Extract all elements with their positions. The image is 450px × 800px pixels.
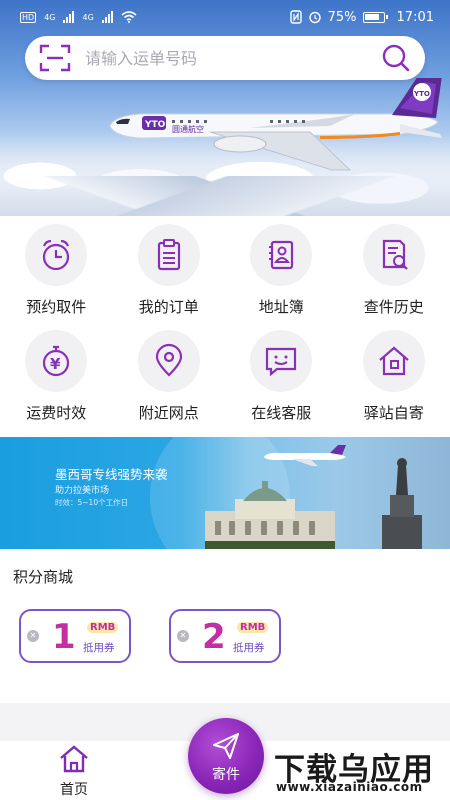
coupon-currency: RMB [87,622,119,633]
signal-icon [63,11,75,23]
coupon-currency: RMB [237,622,269,633]
coupon-2[interactable]: ✕ 2 RMB 抵用券 [169,609,281,663]
coupon-close-icon: ✕ [177,630,189,642]
grid-item-label: 附近网点 [138,404,199,422]
coupon-amount: 1 [52,617,76,657]
battery-icon [362,11,388,23]
plane-logo-text: YTO [144,120,166,130]
grid-item-orders[interactable]: 我的订单 [113,216,226,322]
contact-book-icon [250,224,313,286]
banner-note: 时效：5~10个工作日 [55,498,129,507]
yuan-stopwatch-icon: ¥ [25,330,88,392]
status-bar: HD 4G 4G 75% 17:01 [0,0,450,34]
grid-item-label: 预约取件 [26,298,87,316]
network-type-2: 4G [82,12,94,22]
grid-item-freight-time[interactable]: ¥ 运费时效 [0,322,113,428]
banner-plane-image [264,445,346,466]
send-button[interactable]: 寄件 [188,718,264,794]
hd-badge: HD [20,11,37,23]
clipboard-list-icon [137,224,200,286]
network-type: 4G [44,12,56,22]
grid-item-nearby-outlets[interactable]: 附近网点 [113,322,226,428]
church-image [205,481,335,549]
send-button-label: 寄件 [212,767,240,783]
coupon-close-icon: ✕ [27,630,39,642]
feature-grid: 预约取件 我的订单 地址簿 查件历史 ¥ 运费时效 附近网点 在线客服 驿站自寄 [0,216,450,428]
clock-time: 17:01 [396,9,434,25]
search-icon[interactable] [381,43,411,73]
points-mall-title: 积分商城 [13,568,74,586]
alarm-clock-icon [25,224,88,286]
tail-logo-text: YTO [413,90,430,98]
grid-item-label: 在线客服 [251,404,312,422]
banner-subtitle: 助力拉美市场 [55,486,110,496]
wifi-icon [121,11,137,23]
airplane-image: YTO 圆通航空 YTO [109,78,442,171]
grid-item-online-service[interactable]: 在线客服 [225,322,338,428]
coupon-1[interactable]: ✕ 1 RMB 抵用券 [19,609,131,663]
nav-home-label: 首页 [60,782,88,798]
home-icon [60,745,88,773]
svg-text:¥: ¥ [50,355,61,373]
banner-title: 墨西哥专线强势来袭 [55,467,168,482]
paper-plane-icon [213,733,239,759]
alarm-status-icon [308,11,321,24]
house-icon [362,330,425,392]
location-pin-icon [137,330,200,392]
grid-item-label: 我的订单 [138,298,199,316]
grid-item-query-history[interactable]: 查件历史 [338,216,450,322]
grid-item-address-book[interactable]: 地址簿 [225,216,338,322]
grid-item-label: 地址簿 [258,298,304,316]
plane-brand-text: 圆通航空 [172,124,204,134]
statue-image [382,458,422,549]
grid-item-label: 查件历史 [363,298,424,316]
coupon-desc: 抵用券 [83,642,115,654]
grid-item-label: 运费时效 [26,404,87,422]
coupon-amount: 2 [202,617,226,657]
watermark-url: www.xiazainiao.com [276,780,423,794]
battery-percent: 75% [327,9,357,25]
document-search-icon [362,224,425,286]
grid-item-label: 驿站自寄 [363,404,424,422]
promo-banner[interactable]: 墨西哥专线强势来袭 助力拉美市场 时效：5~10个工作日 [0,437,450,549]
signal-icon-2 [101,11,113,23]
tracking-number-input[interactable] [85,48,381,68]
mountain-layer [0,176,450,216]
watermark: 下载乌应用 www.xiazainiao.com [268,744,446,796]
coupon-desc: 抵用券 [233,642,265,654]
tracking-search-bar [25,36,425,80]
grid-item-station-send[interactable]: 驿站自寄 [338,322,450,428]
nfc-icon [289,10,302,24]
grid-item-pickup[interactable]: 预约取件 [0,216,113,322]
scan-icon[interactable] [39,44,71,72]
nav-home[interactable]: 首页 [44,741,104,800]
chat-smile-icon [250,330,313,392]
